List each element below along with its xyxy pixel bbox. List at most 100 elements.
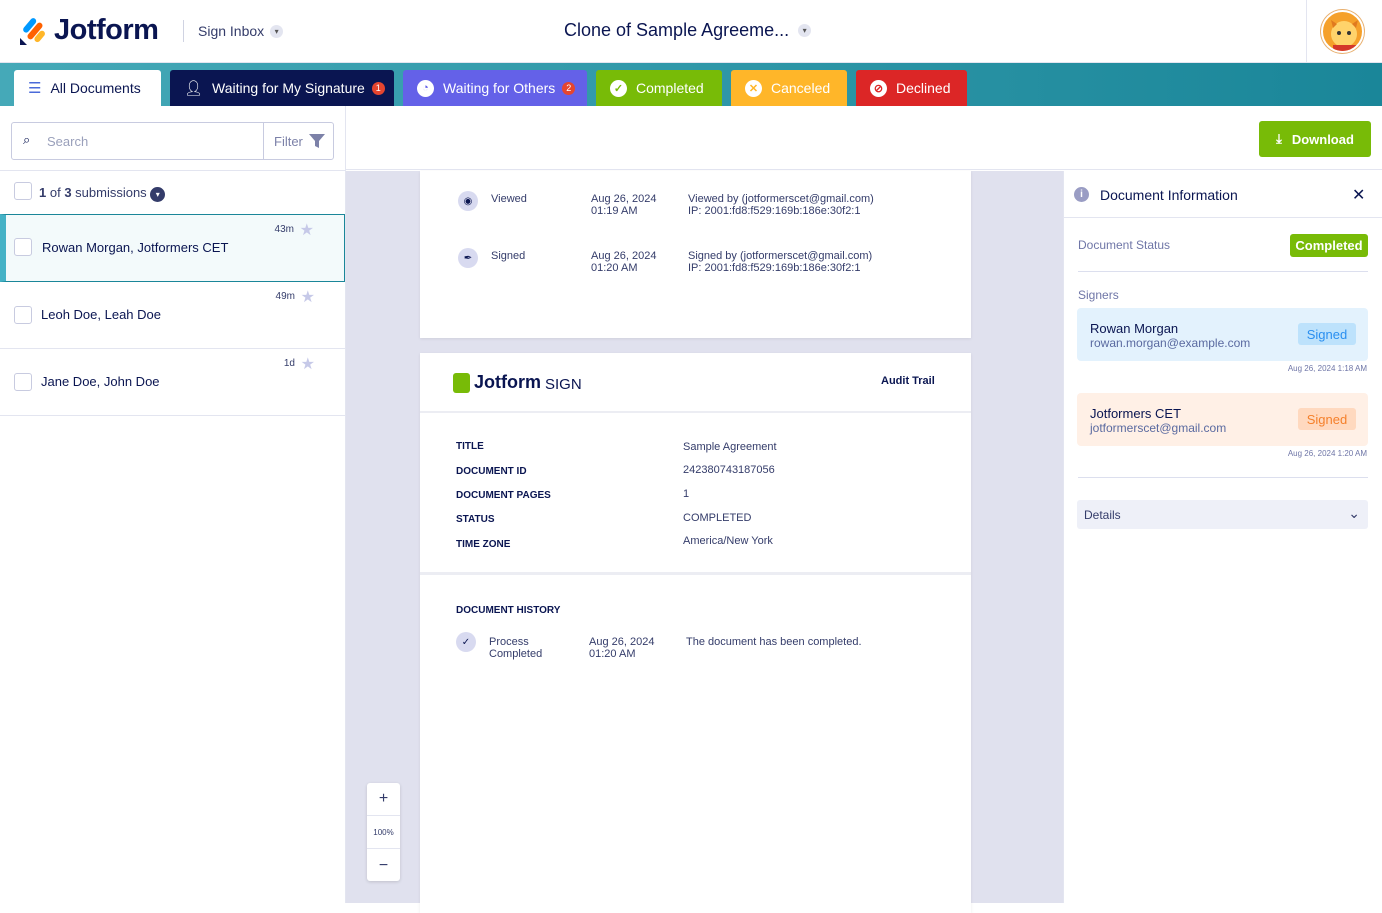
tab-label: Waiting for My Signature: [212, 80, 365, 96]
chevron-down-icon: ▾: [270, 24, 284, 38]
item-checkbox[interactable]: [14, 306, 32, 324]
history-detail: Signed by (jotformerscet@gmail.com): [688, 250, 873, 262]
status-tabs: ☰ All Documents 👤︎ Waiting for My Signatur…: [0, 63, 1382, 106]
search-box: ⌕ Search Filter: [11, 122, 334, 160]
details-accordion[interactable]: Details ⌄: [1077, 500, 1368, 529]
download-label: Download: [1291, 131, 1354, 147]
signers-label: Signers: [1078, 288, 1119, 302]
chevron-down-icon[interactable]: ▾: [150, 187, 166, 202]
count-of: of: [46, 185, 65, 200]
tab-label: All Documents: [50, 80, 141, 96]
document-title: Clone of Sample Agreeme...: [564, 20, 790, 40]
select-all-checkbox[interactable]: [14, 182, 32, 200]
info-icon: i: [1074, 187, 1089, 202]
tab-label: Canceled: [771, 80, 831, 96]
zoom-out-button[interactable]: −: [367, 849, 400, 882]
divider: [420, 572, 971, 575]
field-value: 1: [683, 488, 690, 500]
x-circle-icon: ✕: [745, 79, 762, 97]
info-title: Document Information: [1100, 187, 1238, 203]
count-badge: 2: [562, 81, 576, 95]
ban-icon: ⊘: [870, 79, 887, 97]
jotform-logo[interactable]: Jotform: [18, 14, 159, 47]
history-time: 01:19 AM: [591, 205, 638, 217]
history-detail: Viewed by (jotformerscet@gmail.com): [688, 193, 874, 205]
download-button[interactable]: ⤓ Download: [1259, 121, 1371, 157]
tab-all-documents[interactable]: ☰ All Documents: [14, 70, 161, 106]
tab-declined[interactable]: ⊘ Declined: [856, 70, 967, 106]
field-value: COMPLETED: [683, 512, 752, 524]
info-header: i Document Information ✕: [1064, 171, 1382, 218]
tab-completed[interactable]: ✓ Completed: [596, 70, 722, 106]
signer-card: Rowan Morgan rowan.morgan@example.com Si…: [1077, 308, 1368, 361]
document-title-dropdown[interactable]: Clone of Sample Agreeme... ▾: [564, 20, 812, 41]
list-item[interactable]: Jane Doe, John Doe 1d ★: [0, 349, 345, 416]
field-value: 242380743187056: [683, 464, 775, 476]
field-label: STATUS: [456, 514, 495, 525]
tab-label: Waiting for Others: [443, 80, 556, 96]
tab-label: Declined: [896, 80, 951, 96]
item-name: Jane Doe, John Doe: [41, 374, 160, 389]
tab-waiting-my-signature[interactable]: 👤︎ Waiting for My Signature 1: [170, 70, 394, 106]
list-item[interactable]: Leoh Doe, Leah Doe 49m ★: [0, 282, 345, 349]
document-info-panel: i Document Information ✕ Document Status…: [1063, 171, 1382, 903]
divider: [183, 20, 184, 42]
signer-name: Jotformers CET: [1090, 406, 1182, 421]
item-time: 49m: [275, 291, 295, 302]
tab-label: Completed: [636, 80, 704, 96]
signer-name: Rowan Morgan: [1090, 321, 1179, 336]
status-badge: Completed: [1290, 234, 1368, 257]
field-label: DOCUMENT ID: [456, 466, 527, 477]
signer-email: rowan.morgan@example.com: [1090, 336, 1251, 350]
history-ip: IP: 2001:fd8:f529:169b:186e:30f2:1: [688, 205, 861, 217]
signer-email: jotformerscet@gmail.com: [1090, 421, 1227, 435]
avatar[interactable]: [1321, 10, 1364, 53]
field-label: DOCUMENT PAGES: [456, 490, 551, 501]
list-item[interactable]: Rowan Morgan, Jotformers CET 43m ★: [0, 214, 345, 282]
submissions-panel: ⌕ Search Filter 1 of 3 submissions ▾ Row…: [0, 106, 346, 903]
tab-waiting-for-others[interactable]: ◔ Waiting for Others 2: [403, 70, 587, 106]
zoom-level: 100%: [367, 816, 400, 849]
item-checkbox[interactable]: [14, 373, 32, 391]
filter-icon: [308, 134, 325, 148]
item-time: 43m: [274, 224, 294, 235]
history-time: 01:20 AM: [591, 262, 638, 274]
star-icon[interactable]: ★: [300, 220, 314, 240]
filter-button[interactable]: Filter: [263, 123, 334, 159]
details-label: Details: [1084, 508, 1121, 522]
divider: [1078, 271, 1368, 272]
history-date: Aug 26, 2024: [591, 193, 657, 205]
star-icon[interactable]: ★: [301, 287, 315, 307]
count-total: 3: [64, 185, 72, 200]
search-input[interactable]: Search: [47, 134, 88, 149]
signer-status-badge: Signed: [1298, 323, 1356, 345]
download-icon: ⤓: [1276, 131, 1282, 146]
signer-date: Aug 26, 2024 1:18 AM: [1287, 364, 1367, 373]
tab-canceled[interactable]: ✕ Canceled: [731, 70, 847, 106]
filter-label: Filter: [274, 133, 303, 149]
logo-main: Jotform: [474, 372, 541, 392]
item-name: Rowan Morgan, Jotformers CET: [42, 240, 229, 255]
signer-status-badge: Signed: [1298, 408, 1356, 430]
history-action: Completed: [489, 648, 543, 660]
sign-inbox-dropdown[interactable]: Sign Inbox ▾: [198, 23, 284, 39]
signer-date: Aug 26, 2024 1:20 AM: [1287, 449, 1367, 458]
history-ip: IP: 2001:fd8:f529:169b:186e:30f2:1: [688, 262, 861, 274]
documents-icon: ☰: [28, 80, 42, 97]
history-action: Signed: [491, 250, 526, 262]
submission-count-row: 1 of 3 submissions ▾: [0, 170, 345, 214]
history-action: Viewed: [491, 193, 527, 205]
item-time: 1d: [283, 358, 295, 369]
item-checkbox[interactable]: [14, 238, 32, 256]
submission-count: 1 of 3 submissions ▾: [39, 185, 166, 202]
close-icon[interactable]: ✕: [1352, 185, 1365, 205]
history-title: DOCUMENT HISTORY: [456, 605, 561, 616]
zoom-in-button[interactable]: +: [367, 783, 400, 816]
user-icon: 👤︎: [184, 80, 204, 97]
signer-card: Jotformers CET jotformerscet@gmail.com S…: [1077, 393, 1368, 446]
star-icon[interactable]: ★: [301, 354, 315, 374]
jotform-logo-icon: [20, 17, 45, 45]
audit-page-2: Jotform SIGN Audit Trail TITLE Sample Agre…: [420, 353, 971, 913]
logo-sign: SIGN: [545, 375, 582, 393]
item-name: Leoh Doe, Leah Doe: [41, 307, 161, 322]
